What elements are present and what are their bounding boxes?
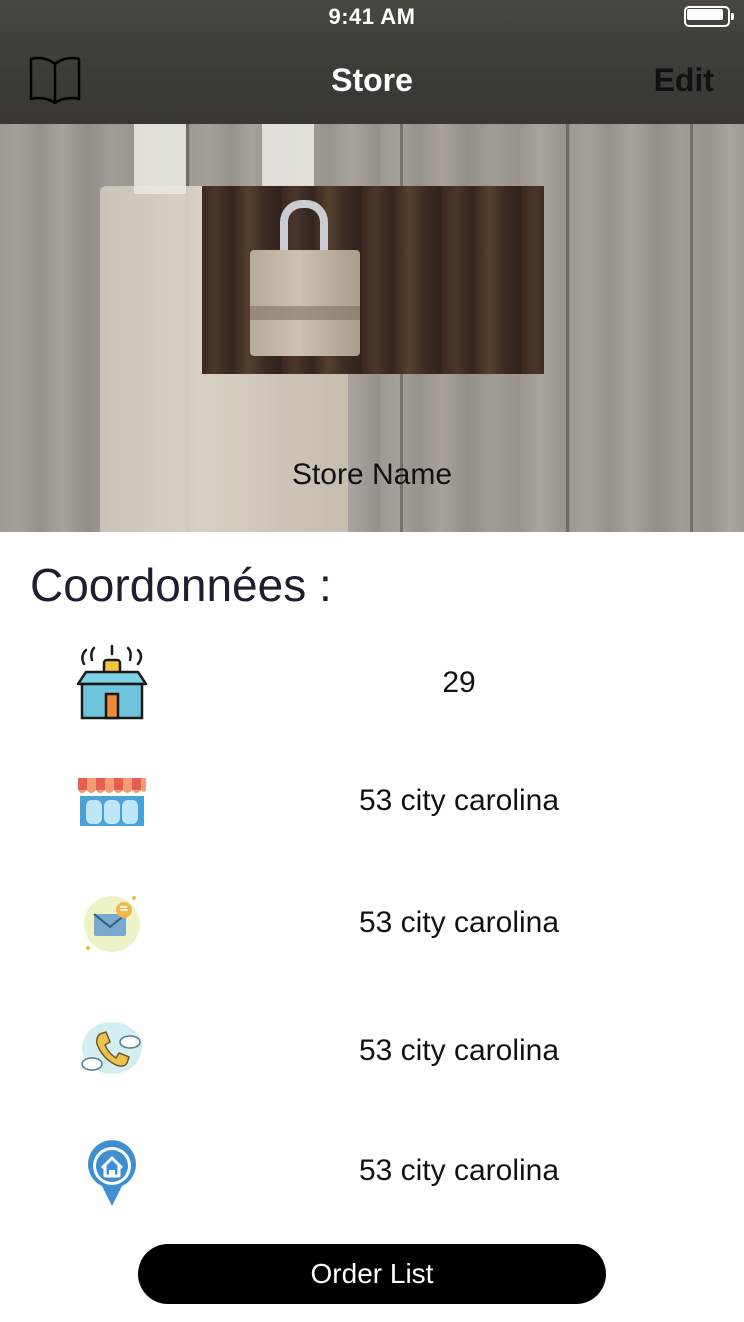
order-list-button[interactable]: Order List	[138, 1244, 606, 1304]
navigation-bar: 9:41 AM Store Edit	[0, 0, 744, 124]
list-item: 29	[0, 640, 744, 730]
row-value: 53 city carolina	[358, 906, 560, 939]
battery-icon	[684, 6, 734, 27]
gift-box-icon	[72, 642, 152, 722]
list-item: 53 city carolina	[0, 1128, 744, 1218]
page-title: Store	[331, 62, 413, 98]
row-value: 53 city carolina	[358, 1034, 560, 1067]
row-value: 53 city carolina	[358, 1154, 560, 1187]
store-hero: Store Name	[0, 124, 744, 532]
store-photo	[202, 186, 544, 374]
list-item: 53 city carolina	[0, 1008, 744, 1098]
list-item: 53 city carolina	[0, 758, 744, 848]
store-name: Store Name	[291, 458, 453, 491]
phone-icon	[72, 1012, 152, 1092]
edit-button[interactable]: Edit	[654, 62, 714, 99]
row-value: 53 city carolina	[358, 784, 560, 817]
mail-icon	[72, 884, 152, 964]
location-pin-icon	[72, 1130, 152, 1210]
row-value: 29	[442, 666, 476, 699]
section-title: Coordonnées :	[30, 559, 332, 611]
status-time: 9:41 AM	[328, 4, 416, 29]
list-item: 53 city carolina	[0, 880, 744, 970]
storefront-icon	[72, 758, 152, 838]
